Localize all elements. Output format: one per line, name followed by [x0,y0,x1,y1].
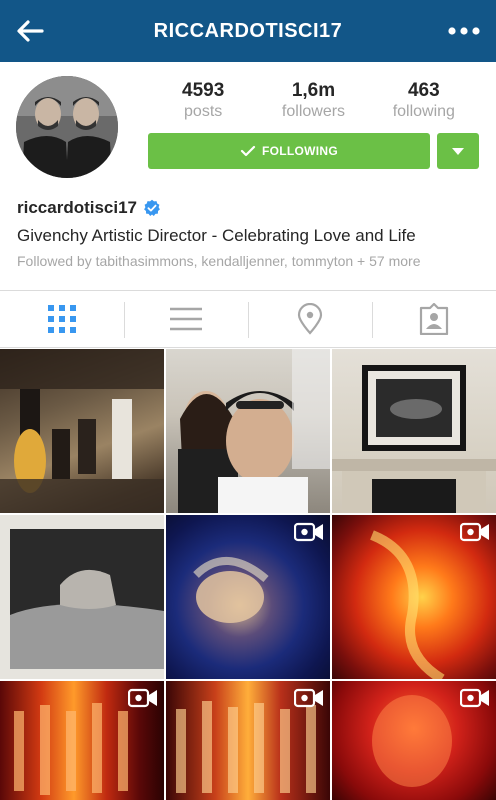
post-image [0,349,164,513]
video-camera-icon [460,688,489,708]
profile-view-tabs [0,290,496,348]
profile-avatar[interactable] [16,76,118,178]
tab-map-view[interactable] [248,291,372,347]
following-button[interactable]: FOLLOWING [148,133,430,169]
username: riccardotisci17 [17,198,138,217]
tab-grid-view[interactable] [0,291,124,347]
posts-label: posts [184,103,223,120]
post-thumbnail[interactable] [0,681,164,800]
video-camera-icon [128,688,157,708]
following-label: following [392,103,455,120]
stat-following[interactable]: 463 following [369,80,479,122]
post-thumbnail[interactable] [166,515,330,679]
following-count: 463 [407,80,440,101]
stat-followers[interactable]: 1,6m followers [258,80,368,122]
following-button-label: FOLLOWING [261,144,339,158]
more-dots-icon [448,27,480,35]
arrow-left-icon [17,20,44,42]
post-thumbnail[interactable] [332,681,496,800]
post-thumbnail[interactable] [166,349,330,513]
posts-count: 4593 [182,80,225,101]
back-button[interactable] [12,16,48,46]
post-image [0,515,164,679]
post-thumbnail[interactable] [166,681,330,800]
checkmark-icon [240,145,256,157]
followers-label: followers [281,103,346,120]
avatar-image [16,76,118,178]
video-camera-icon [294,522,323,542]
post-image [332,365,496,513]
stat-posts[interactable]: 4593 posts [148,80,258,122]
posts-grid [0,349,496,800]
post-thumbnail[interactable] [332,349,496,513]
tab-list-view[interactable] [124,291,248,347]
profile-bio: Givenchy Artistic Director - Celebrating… [17,226,416,245]
post-thumbnail[interactable] [332,515,496,679]
profile-stats: 4593 posts 1,6m followers 463 following [148,80,479,122]
post-thumbnail[interactable] [0,515,164,679]
list-icon [170,307,202,331]
page-title: RICCARDOTISCI17 [153,19,343,42]
username-row: riccardotisci17 [17,198,161,218]
video-camera-icon [294,688,323,708]
video-camera-icon [460,522,489,542]
location-pin-icon [297,303,323,335]
tab-tagged-view[interactable] [372,291,496,347]
post-thumbnail[interactable] [0,349,164,513]
verified-badge-icon [144,199,160,216]
post-image [178,349,330,513]
suggestions-dropdown-button[interactable] [437,133,479,169]
top-nav-bar: RICCARDOTISCI17 [0,0,496,62]
followed-by-text[interactable]: Followed by tabithasimmons, kendalljenne… [17,253,420,269]
more-options-button[interactable] [446,20,482,42]
caret-down-icon [452,147,464,155]
tagged-photos-icon [419,303,449,335]
followers-count: 1,6m [291,80,336,101]
grid-icon [48,305,76,333]
